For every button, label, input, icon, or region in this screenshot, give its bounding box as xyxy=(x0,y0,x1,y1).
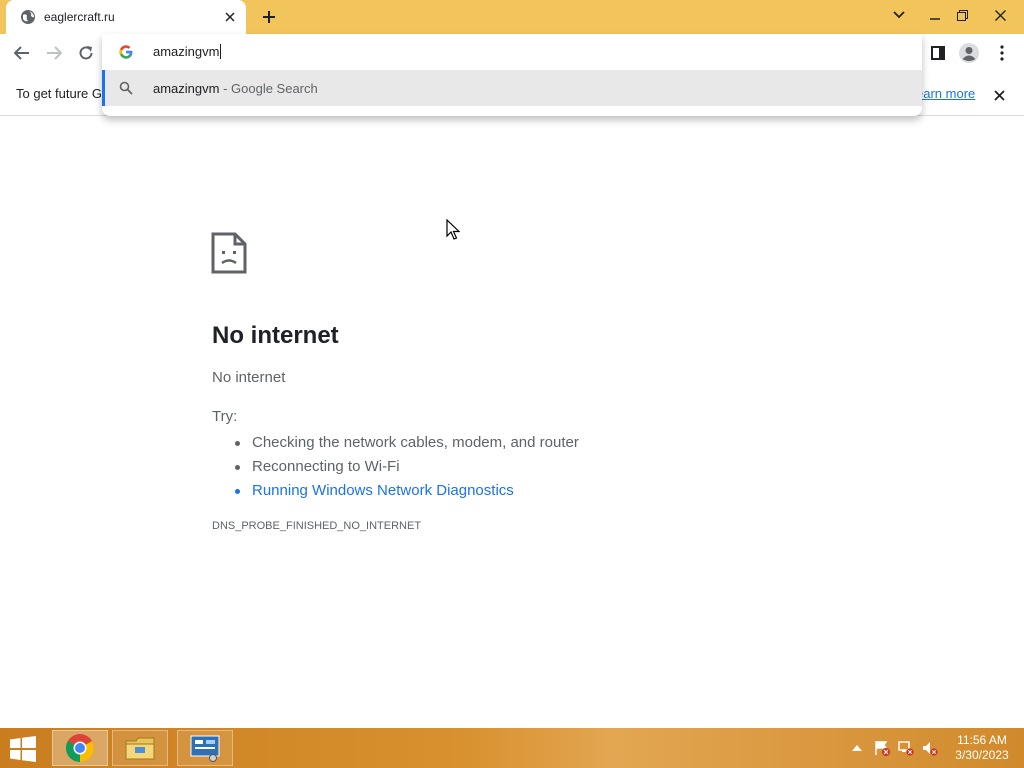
error-subtitle: No internet xyxy=(212,369,286,386)
side-panel-icon[interactable] xyxy=(923,38,953,68)
forward-button[interactable] xyxy=(39,38,69,68)
network-icon[interactable] xyxy=(896,728,916,768)
google-icon xyxy=(119,45,133,59)
try-label: Try: xyxy=(212,408,238,425)
address-input[interactable]: amazingvm xyxy=(153,44,222,59)
show-hidden-icons[interactable] xyxy=(848,728,866,768)
windows-logo-icon xyxy=(10,736,36,762)
system-clock[interactable]: 11:56 AM 3/30/2023 xyxy=(950,733,1014,763)
start-button[interactable] xyxy=(6,734,40,764)
clock-time: 11:56 AM xyxy=(957,733,1007,747)
file-explorer-icon xyxy=(125,737,155,760)
more-menu-icon[interactable] xyxy=(987,38,1017,68)
omnibox-dropdown: amazingvm amazingvm - Google Search xyxy=(102,34,922,116)
suggestion-list: Checking the network cables, modem, and … xyxy=(235,431,579,503)
back-button[interactable] xyxy=(7,38,37,68)
network-diagnostics-link[interactable]: Running Windows Network Diagnostics xyxy=(235,479,579,503)
error-code: DNS_PROBE_FINISHED_NO_INTERNET xyxy=(212,520,422,532)
taskbar: 11:56 AM 3/30/2023 xyxy=(0,728,1024,768)
learn-more-link[interactable]: earn more xyxy=(916,86,975,101)
close-window-button[interactable] xyxy=(985,0,1015,30)
search-icon xyxy=(119,81,133,95)
mouse-cursor-icon xyxy=(446,219,460,240)
error-page: No internet No internet Try: Checking th… xyxy=(0,117,1024,728)
taskbar-file-explorer[interactable] xyxy=(112,730,168,766)
sad-page-icon xyxy=(211,232,247,274)
profile-avatar[interactable] xyxy=(954,38,984,68)
tab-search-icon[interactable] xyxy=(884,0,914,30)
info-bar-message: To get future G xyxy=(16,86,102,101)
globe-icon xyxy=(20,9,36,25)
taskbar-control-panel[interactable] xyxy=(177,730,233,766)
error-title: No internet xyxy=(212,322,339,349)
taskbar-chrome[interactable] xyxy=(52,730,108,766)
clock-date: 3/30/2023 xyxy=(955,748,1009,762)
chrome-icon xyxy=(66,734,94,762)
chevron-up-icon xyxy=(852,745,862,751)
restore-button[interactable] xyxy=(947,0,977,30)
suggestion-suffix: - Google Search xyxy=(219,81,318,96)
list-item: Reconnecting to Wi-Fi xyxy=(235,455,579,479)
list-item: Checking the network cables, modem, and … xyxy=(235,431,579,455)
tab-title: eaglercraft.ru xyxy=(44,10,115,24)
suggestion-text: amazingvm - Google Search xyxy=(153,81,318,96)
close-info-bar-icon[interactable] xyxy=(988,84,1010,106)
title-bar: eaglercraft.ru xyxy=(0,0,1024,34)
reload-button[interactable] xyxy=(71,38,101,68)
browser-tab[interactable]: eaglercraft.ru xyxy=(6,0,246,34)
new-tab-button[interactable] xyxy=(258,6,280,28)
close-tab-icon[interactable] xyxy=(220,7,240,27)
minimize-button[interactable] xyxy=(920,0,950,30)
control-panel-icon xyxy=(190,735,220,762)
volume-icon[interactable] xyxy=(920,728,940,768)
action-center-icon[interactable] xyxy=(872,728,892,768)
search-suggestion[interactable]: amazingvm - Google Search xyxy=(102,70,922,106)
address-bar[interactable]: amazingvm xyxy=(102,34,922,70)
